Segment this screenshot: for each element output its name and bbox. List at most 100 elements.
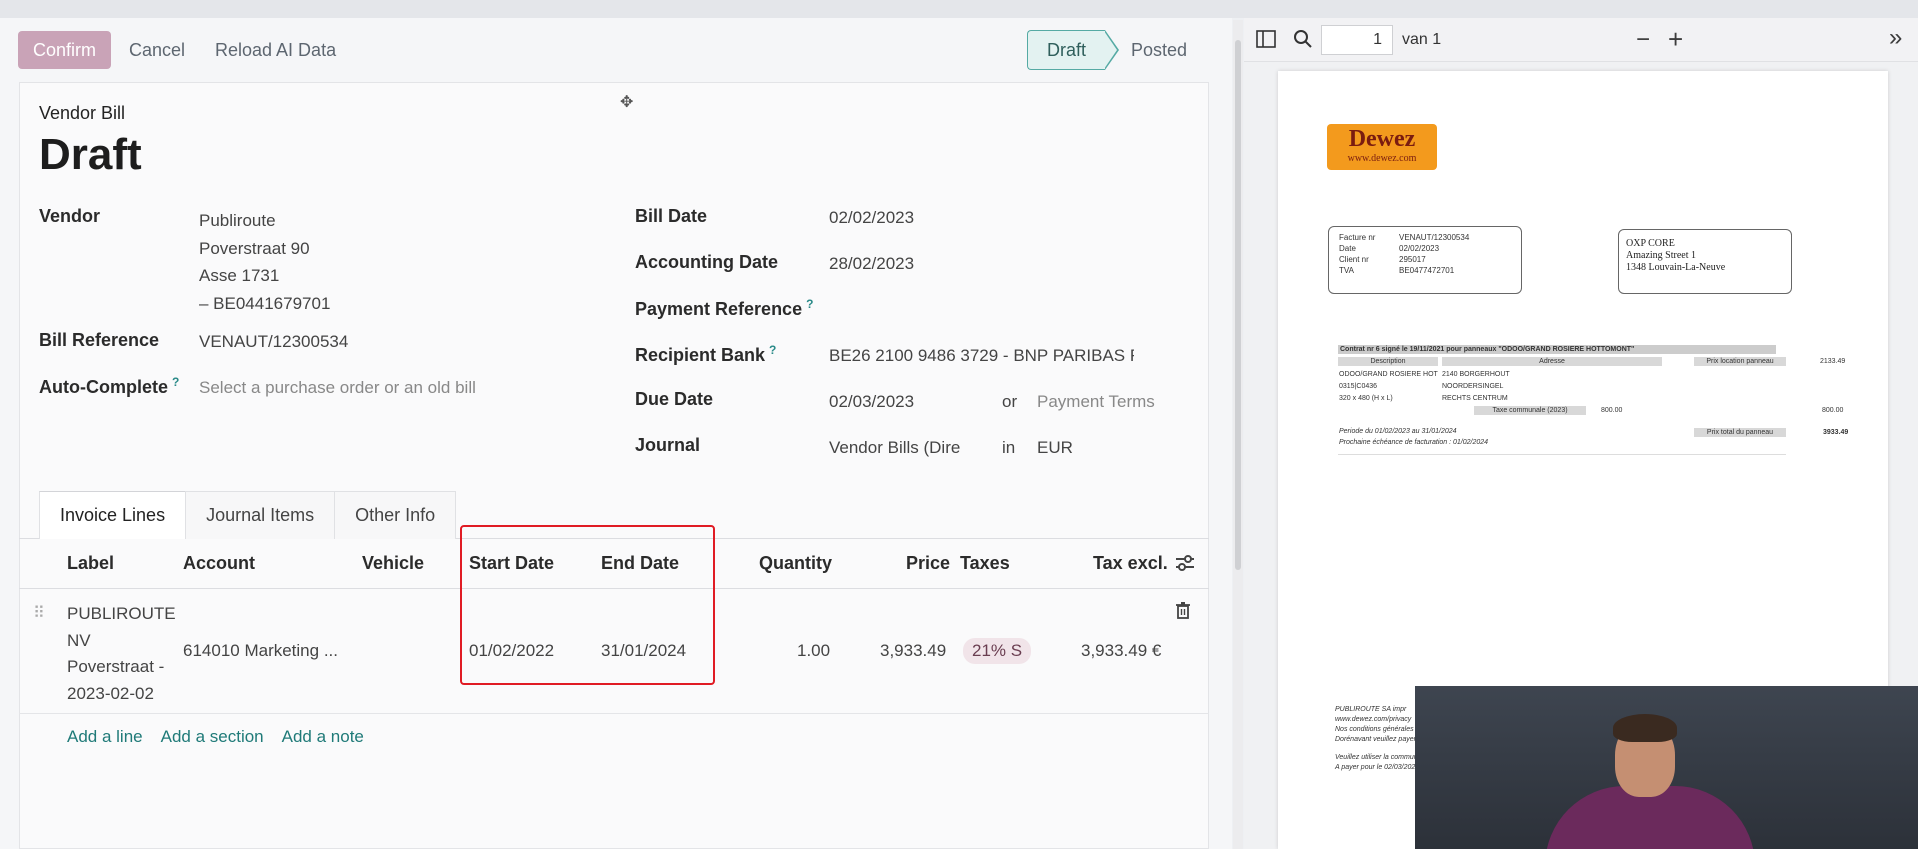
line-label-text: PUBLIROUTE — [67, 604, 176, 623]
pdf-taxe-right: 800.00 — [1822, 407, 1844, 414]
pdf-description: ODOO/GRAND ROSIERE HOT 0315|C0436 320 x … — [1339, 369, 1438, 405]
add-line-link[interactable]: Add a line — [67, 727, 143, 747]
bill-reference-label: Bill Reference — [39, 330, 160, 350]
vendor-street: Poverstraat 90 — [199, 238, 310, 258]
line-label-text: Poverstraat - — [67, 657, 165, 676]
pdf-footer-line: Dorénavant veuillez payer — [1335, 736, 1416, 743]
tab-journal-items[interactable]: Journal Items — [185, 491, 336, 539]
add-note-link[interactable]: Add a note — [282, 727, 364, 747]
info-key: Facture nr — [1339, 233, 1376, 242]
col-taxes[interactable]: Taxes — [960, 553, 1010, 574]
col-label[interactable]: Label — [67, 553, 114, 574]
customer-address-box: OXP CORE Amazing Street 1 1348 Louvain-L… — [1618, 229, 1792, 294]
pdf-col-prix: Prix location panneau — [1694, 357, 1786, 366]
line-tax-excl: 3,933.49 € — [1081, 641, 1162, 660]
logo-name: Dewez — [1348, 126, 1416, 152]
line-quantity[interactable]: 1.00 — [797, 641, 830, 661]
trash-icon[interactable] — [1175, 601, 1191, 624]
due-date-field[interactable]: 02/03/2023 — [829, 392, 914, 412]
vendor-field[interactable]: Publiroute Poverstraat 90 Asse 1731 – BE… — [199, 207, 330, 317]
invoice-info-box: Facture nr VENAUT/12300534 Date 02/02/2023… — [1328, 226, 1522, 294]
accounting-date-field[interactable]: 28/02/2023 — [829, 254, 914, 274]
pdf-contract-line: Contrat nr 6 signé le 19/11/2021 pour pa… — [1338, 345, 1776, 354]
status-arrow — [1104, 30, 1119, 70]
info-key: TVA — [1339, 266, 1354, 275]
pdf-desc-line: ODOO/GRAND ROSIERE HOT — [1339, 371, 1438, 378]
address-line: Amazing Street 1 — [1626, 250, 1696, 261]
recipient-bank-field[interactable]: BE26 2100 9486 3729 - BNP PARIBAS F — [829, 346, 1134, 366]
line-price[interactable]: 3,933.49 — [880, 641, 946, 661]
auto-complete-label: Auto-Complete? — [39, 375, 180, 397]
pdf-total-label: Prix total du panneau — [1694, 428, 1786, 437]
status-posted[interactable]: Posted — [1119, 30, 1187, 70]
journal-field[interactable]: Vendor Bills (Dire — [829, 438, 970, 458]
add-links: Add a line Add a section Add a note — [67, 727, 364, 747]
pdf-price-location: 2133.49 — [1820, 358, 1846, 365]
help-icon[interactable]: ? — [769, 343, 776, 357]
info-value: 02/02/2023 — [1399, 244, 1440, 253]
add-section-link[interactable]: Add a section — [161, 727, 264, 747]
col-tax-excl[interactable]: Tax excl. — [1093, 553, 1168, 574]
drag-handle-icon[interactable]: ⠿ — [33, 603, 45, 623]
status-bar: Draft Posted — [1027, 30, 1187, 70]
form-view: Confirm Cancel Reload AI Data Draft Post… — [0, 0, 1918, 849]
info-key: Client nr — [1339, 255, 1369, 264]
notebook-tabs: Invoice Lines Journal Items Other Info — [39, 491, 457, 539]
line-label-text: 2023-02-02 — [67, 683, 154, 703]
more-tools-icon[interactable]: » — [1889, 24, 1902, 52]
mouse-cursor-icon: ✥ — [620, 94, 634, 111]
bill-reference-field[interactable]: VENAUT/12300534 — [199, 332, 348, 352]
pdf-footer-line: A payer pour le 02/03/202 — [1335, 764, 1416, 771]
reload-ai-data-button[interactable]: Reload AI Data — [215, 31, 336, 69]
search-icon[interactable] — [1293, 29, 1313, 55]
pdf-period: Periode du 01/02/2023 au 31/01/2024 — [1339, 428, 1457, 435]
col-price[interactable]: Price — [906, 553, 950, 574]
pdf-addr-line: NOORDERSINGEL — [1442, 383, 1504, 390]
zoom-out-icon[interactable]: − — [1636, 26, 1650, 54]
help-icon[interactable]: ? — [806, 297, 813, 311]
pdf-total: 3933.49 — [1823, 429, 1849, 436]
address-line: 1348 Louvain-La-Neuve — [1626, 262, 1726, 273]
form-scrollbar[interactable] — [1233, 20, 1243, 849]
page-number-input[interactable]: 1 — [1321, 25, 1393, 55]
payment-reference-label: Payment Reference? — [635, 297, 814, 319]
cancel-button[interactable]: Cancel — [129, 31, 185, 69]
pdf-divider — [1338, 454, 1786, 455]
due-date-or: or — [1002, 392, 1018, 411]
record-type: Vendor Bill — [39, 103, 126, 123]
column-settings-icon[interactable] — [1175, 554, 1195, 577]
record-state-title: Draft — [39, 130, 142, 179]
col-account[interactable]: Account — [183, 553, 255, 574]
line-label-text: NV — [67, 630, 91, 650]
help-icon[interactable]: ? — [172, 375, 179, 389]
currency-field[interactable]: EUR — [1037, 438, 1073, 458]
pdf-desc-line: 0315|C0436 — [1339, 383, 1378, 390]
accounting-date-label: Accounting Date — [635, 252, 779, 272]
pdf-col-description: Description — [1338, 357, 1438, 366]
line-label[interactable]: PUBLIROUTE NV Poverstraat - 2023-02-02 — [67, 601, 176, 707]
recipient-bank-label: Recipient Bank? — [635, 343, 777, 365]
status-draft[interactable]: Draft — [1027, 30, 1105, 70]
page-count: van 1 — [1402, 31, 1442, 48]
dewez-logo: Dewez www.dewez.com — [1327, 124, 1437, 170]
line-account[interactable]: 614010 Marketing ... — [183, 641, 338, 661]
col-quantity[interactable]: Quantity — [759, 553, 832, 574]
sidebar-toggle-icon[interactable] — [1256, 30, 1276, 54]
pdf-addr-line: RECHTS CENTRUM — [1442, 395, 1508, 402]
payment-terms-field[interactable]: Payment Terms — [1037, 392, 1155, 412]
col-vehicle[interactable]: Vehicle — [362, 553, 424, 574]
auto-complete-field[interactable]: Select a purchase order or an old bill — [199, 378, 476, 398]
pdf-taxe-mid: 800.00 — [1601, 407, 1623, 414]
scrollbar-thumb[interactable] — [1235, 40, 1241, 570]
pdf-addr-line: 2140 BORGERHOUT — [1442, 371, 1510, 378]
bill-date-field[interactable]: 02/02/2023 — [829, 208, 914, 228]
info-key: Date — [1339, 244, 1356, 253]
info-value: VENAUT/12300534 — [1399, 233, 1470, 242]
zoom-in-icon[interactable]: + — [1668, 24, 1683, 55]
info-value: 295017 — [1399, 255, 1426, 264]
pdf-footer-line: PUBLIROUTE SA impr — [1335, 706, 1407, 713]
tab-other-info[interactable]: Other Info — [334, 491, 457, 539]
confirm-button[interactable]: Confirm — [18, 31, 111, 69]
tax-badge[interactable]: 21% S — [963, 638, 1032, 664]
tab-invoice-lines[interactable]: Invoice Lines — [39, 491, 187, 539]
